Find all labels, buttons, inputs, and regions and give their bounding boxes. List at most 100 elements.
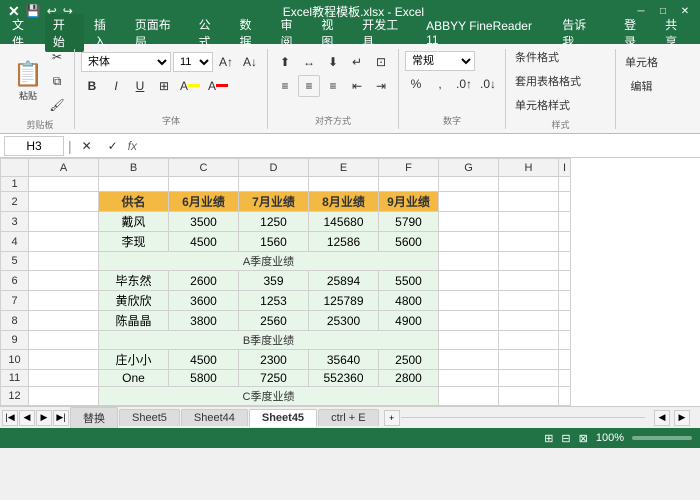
scroll-left-btn[interactable]: ◀ [654,410,670,426]
cell-G5[interactable] [439,252,499,271]
cell-A12[interactable] [29,387,99,406]
cell-H6[interactable] [499,271,559,291]
cond-format-btn[interactable]: 条件格式 [512,46,609,68]
cell-I1[interactable] [559,177,571,192]
tab-Sheet5[interactable]: Sheet5 [119,409,180,426]
cell-B10[interactable]: 庄小小 [99,350,169,370]
cell-C6[interactable]: 2600 [169,271,239,291]
cell-A5[interactable] [29,252,99,271]
row-num-11[interactable]: 11 [1,370,29,387]
cell-H4[interactable] [499,232,559,252]
cell-A3[interactable] [29,212,99,232]
cell-H8[interactable] [499,311,559,331]
col-header-I[interactable]: I [559,159,571,177]
cell-D3[interactable]: 1250 [239,212,309,232]
tab-Sheet44[interactable]: Sheet44 [181,409,248,426]
cell-C3[interactable]: 3500 [169,212,239,232]
cell-D11[interactable]: 7250 [239,370,309,387]
menu-item-formulas[interactable]: 公式 [191,14,230,52]
tab-替换[interactable]: 替换 [70,407,118,428]
cell-B8[interactable]: 陈晶晶 [99,311,169,331]
view-normal-btn[interactable]: ⊞ [544,432,553,445]
merge-btn[interactable]: ⊡ [370,51,392,73]
row-num-4[interactable]: 4 [1,232,29,252]
cell-H9[interactable] [499,331,559,350]
cell-A7[interactable] [29,291,99,311]
cell-B3[interactable]: 戴风 [99,212,169,232]
cell-G4[interactable] [439,232,499,252]
indent-increase-btn[interactable]: ⇥ [370,75,392,97]
cell-G1[interactable] [439,177,499,192]
decrease-font-btn[interactable]: A↓ [239,51,261,73]
cell-E10[interactable]: 35640 [309,350,379,370]
cell-H10[interactable] [499,350,559,370]
cell-D2[interactable]: 7月业绩 [239,192,309,212]
col-header-D[interactable]: D [239,159,309,177]
cell-D10[interactable]: 2300 [239,350,309,370]
cell-G3[interactable] [439,212,499,232]
cell-section-B[interactable]: B季度业绩 [99,331,439,350]
menu-item-developer[interactable]: 开发工具 [354,14,416,52]
col-header-G[interactable]: G [439,159,499,177]
menu-item-data[interactable]: 数据 [232,14,271,52]
col-header-C[interactable]: C [169,159,239,177]
cell-C11[interactable]: 5800 [169,370,239,387]
cell-F6[interactable]: 5500 [379,271,439,291]
cell-F10[interactable]: 2500 [379,350,439,370]
cells-btn[interactable]: 单元格 [622,51,661,73]
scroll-right-btn[interactable]: ▶ [674,410,690,426]
cell-I9[interactable] [559,331,571,350]
cell-E6[interactable]: 25894 [309,271,379,291]
align-center-btn[interactable]: ≡ [298,75,320,97]
cell-A11[interactable] [29,370,99,387]
cell-I5[interactable] [559,252,571,271]
formula-input[interactable] [141,136,696,156]
cell-I3[interactable] [559,212,571,232]
cell-D8[interactable]: 2560 [239,311,309,331]
cell-A4[interactable] [29,232,99,252]
row-num-9[interactable]: 9 [1,331,29,350]
row-num-5[interactable]: 5 [1,252,29,271]
col-header-A[interactable]: A [29,159,99,177]
row-num-3[interactable]: 3 [1,212,29,232]
cell-section-A[interactable]: A季度业绩 [99,252,439,271]
cell-C10[interactable]: 4500 [169,350,239,370]
sheet-nav-prev[interactable]: ◀ [19,410,35,426]
zoom-slider[interactable] [632,436,692,440]
cell-C1[interactable] [169,177,239,192]
cell-A9[interactable] [29,331,99,350]
underline-btn[interactable]: U [129,75,151,97]
cell-B1[interactable] [99,177,169,192]
paste-button[interactable]: 📋粘贴 [12,55,44,107]
border-btn[interactable]: ⊞ [153,75,175,97]
cell-F7[interactable]: 4800 [379,291,439,311]
cell-H12[interactable] [499,387,559,406]
menu-item-share[interactable]: 共享 [657,14,696,52]
cell-D6[interactable]: 359 [239,271,309,291]
view-page-btn[interactable]: ⊠ [579,432,588,445]
col-header-E[interactable]: E [309,159,379,177]
cell-I4[interactable] [559,232,571,252]
indent-decrease-btn[interactable]: ⇤ [346,75,368,97]
cell-C4[interactable]: 4500 [169,232,239,252]
cancel-formula-btn[interactable]: ✕ [76,135,98,157]
cell-B2[interactable]: 供名 [99,192,169,212]
cell-G6[interactable] [439,271,499,291]
cell-style-btn[interactable]: 单元格样式 [512,94,609,116]
cell-E2[interactable]: 8月业绩 [309,192,379,212]
number-format-select[interactable]: 常规 [405,51,475,71]
row-num-6[interactable]: 6 [1,271,29,291]
cut-button[interactable]: ✂ [46,46,68,68]
cell-H7[interactable] [499,291,559,311]
cell-B6[interactable]: 毕东然 [99,271,169,291]
sheet-nav-last[interactable]: ▶| [53,410,69,426]
menu-item-insert[interactable]: 插入 [86,14,125,52]
cell-F1[interactable] [379,177,439,192]
menu-item-signin[interactable]: 登录 [616,14,655,52]
cell-B4[interactable]: 李现 [99,232,169,252]
font-color-btn[interactable]: A [205,75,231,97]
italic-btn[interactable]: I [105,75,127,97]
cell-F3[interactable]: 5790 [379,212,439,232]
cell-I12[interactable] [559,387,571,406]
cell-G10[interactable] [439,350,499,370]
